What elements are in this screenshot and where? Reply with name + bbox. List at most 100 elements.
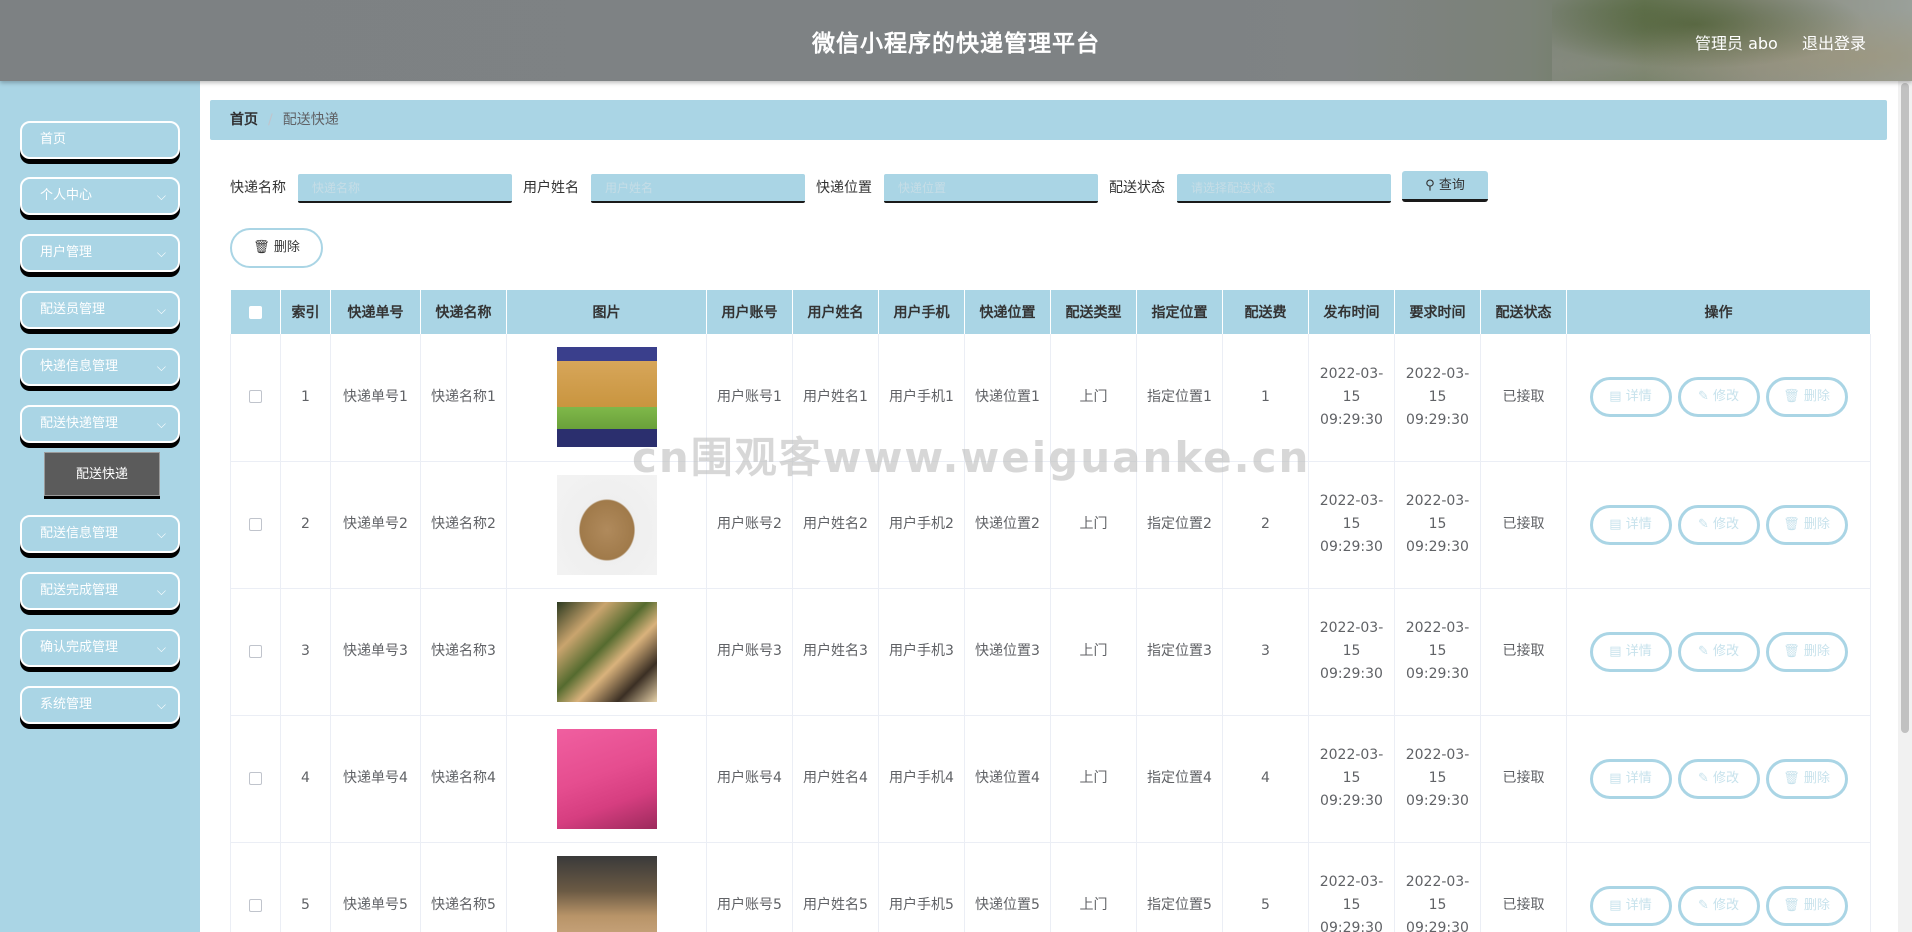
sidebar-item-system-management[interactable]: 系统管理 ⌵ bbox=[20, 686, 180, 724]
detail-button[interactable]: ▤ 详情 bbox=[1589, 885, 1672, 926]
delete-button[interactable]: 🗑 删除 bbox=[1765, 885, 1848, 926]
cell-image bbox=[506, 715, 707, 843]
breadcrumb: 首页 / 配送快递 bbox=[210, 100, 1887, 140]
delivery-table: 索引 快递单号 快递名称 图片 用户账号 用户姓名 用户手机 快递位置 配送类型… bbox=[230, 290, 1871, 932]
edit-label: 修改 bbox=[1713, 897, 1740, 913]
row-checkbox[interactable] bbox=[249, 771, 262, 785]
cell-user-name: 用户姓名5 bbox=[792, 842, 879, 932]
cell-target-location: 指定位置1 bbox=[1136, 334, 1223, 462]
trash-icon: 🗑 bbox=[1783, 643, 1800, 659]
cell-delivery-status: 已接取 bbox=[1480, 842, 1567, 932]
parcel-name-input[interactable] bbox=[298, 174, 512, 203]
table-row: 1 快递单号1 快递名称1 用户账号1 用户姓名1 用户手机1 快递位置1 上门 指定位置1 1 2… bbox=[230, 334, 1871, 462]
sidebar-subitem-delivery-parcel[interactable]: 配送快递 bbox=[44, 452, 160, 496]
sidebar-item-user-management[interactable]: 用户管理 ⌵ bbox=[20, 234, 180, 272]
cell-user-phone: 用户手机4 bbox=[878, 715, 965, 843]
row-checkbox[interactable] bbox=[249, 390, 262, 404]
column-header: 索引 bbox=[280, 290, 331, 334]
sidebar-item-delivery-info-management[interactable]: 配送信息管理 ⌵ bbox=[20, 515, 180, 553]
row-checkbox[interactable] bbox=[249, 898, 262, 912]
cell-actions: ▤ 详情 ✎ 修改 🗑 删除 bbox=[1566, 334, 1871, 462]
cell-actions: ▤ 详情 ✎ 修改 🗑 删除 bbox=[1566, 588, 1871, 716]
sidebar-item-parcel-info-management[interactable]: 快递信息管理 ⌵ bbox=[20, 348, 180, 386]
row-select-cell bbox=[230, 588, 281, 716]
detail-button[interactable]: ▤ 详情 bbox=[1589, 758, 1672, 799]
detail-button[interactable]: ▤ 详情 bbox=[1589, 504, 1672, 545]
cell-parcel-location: 快递位置5 bbox=[964, 842, 1051, 932]
parcel-thumbnail[interactable] bbox=[556, 601, 657, 702]
edit-button[interactable]: ✎ 修改 bbox=[1677, 631, 1760, 672]
document-icon: ▤ bbox=[1609, 643, 1622, 659]
sidebar-item-profile[interactable]: 个人中心 ⌵ bbox=[20, 177, 180, 215]
column-header: 快递单号 bbox=[330, 290, 421, 334]
logout-link[interactable]: 退出登录 bbox=[1802, 30, 1866, 54]
cell-user-account: 用户账号3 bbox=[706, 588, 793, 716]
pencil-icon: ✎ bbox=[1697, 770, 1709, 786]
delete-button[interactable]: 🗑 删除 bbox=[1765, 377, 1848, 418]
delete-button[interactable]: 🗑 删除 bbox=[1765, 631, 1848, 672]
detail-button[interactable]: ▤ 详情 bbox=[1589, 631, 1672, 672]
cell-parcel-name: 快递名称4 bbox=[420, 715, 507, 843]
parcel-thumbnail[interactable] bbox=[556, 347, 657, 448]
sidebar-item-delivery-parcel-management[interactable]: 配送快递管理 ⌵ bbox=[20, 405, 180, 443]
column-header: 图片 bbox=[506, 290, 707, 334]
user-name-input[interactable] bbox=[591, 174, 805, 203]
cell-index: 1 bbox=[280, 334, 331, 462]
sidebar-item-home[interactable]: 首页 bbox=[20, 121, 180, 159]
breadcrumb-home[interactable]: 首页 bbox=[230, 112, 258, 128]
filter-label-delivery-status: 配送状态 bbox=[1109, 180, 1165, 196]
cell-actions: ▤ 详情 ✎ 修改 🗑 删除 bbox=[1566, 715, 1871, 843]
sidebar-item-courier-management[interactable]: 配送员管理 ⌵ bbox=[20, 291, 180, 329]
select-all-checkbox[interactable] bbox=[248, 305, 262, 319]
edit-button[interactable]: ✎ 修改 bbox=[1677, 377, 1760, 418]
cell-delivery-type: 上门 bbox=[1050, 588, 1137, 716]
column-header: 快递名称 bbox=[420, 290, 507, 334]
chevron-down-icon: ⌵ bbox=[156, 360, 166, 374]
app-title: 微信小程序的快递管理平台 bbox=[812, 31, 1100, 57]
detail-label: 详情 bbox=[1625, 770, 1652, 786]
delete-button[interactable]: 🗑 删除 bbox=[1765, 758, 1848, 799]
edit-button[interactable]: ✎ 修改 bbox=[1677, 504, 1760, 545]
row-checkbox[interactable] bbox=[249, 517, 262, 531]
parcel-thumbnail[interactable] bbox=[556, 474, 657, 575]
vertical-scrollbar[interactable] bbox=[1898, 81, 1912, 932]
edit-button[interactable]: ✎ 修改 bbox=[1677, 758, 1760, 799]
cell-required-time: 2022-03-15 09:29:30 bbox=[1394, 842, 1481, 932]
column-header: 配送类型 bbox=[1050, 290, 1137, 334]
pencil-icon: ✎ bbox=[1697, 643, 1709, 659]
parcel-location-input[interactable] bbox=[884, 174, 1098, 203]
parcel-thumbnail[interactable] bbox=[556, 855, 657, 932]
sidebar-item-label: 配送员管理 bbox=[40, 302, 106, 317]
document-icon: ▤ bbox=[1609, 516, 1622, 532]
sidebar-item-label: 配送信息管理 bbox=[40, 526, 119, 541]
search-button[interactable]: ⚲ 查询 bbox=[1402, 171, 1488, 202]
delete-button[interactable]: 🗑 删除 bbox=[1765, 504, 1848, 545]
cell-image bbox=[506, 461, 707, 589]
search-button-label: 查询 bbox=[1438, 178, 1465, 193]
edit-label: 修改 bbox=[1713, 643, 1740, 659]
table-row: 5 快递单号5 快递名称5 用户账号5 用户姓名5 用户手机5 快递位置5 上门 指定位置5 5 2… bbox=[230, 842, 1871, 932]
row-select-cell bbox=[230, 715, 281, 843]
delivery-status-select[interactable] bbox=[1177, 174, 1391, 203]
cell-index: 3 bbox=[280, 588, 331, 716]
search-icon: ⚲ bbox=[1425, 178, 1435, 193]
cell-parcel-name: 快递名称5 bbox=[420, 842, 507, 932]
sidebar-item-label: 快递信息管理 bbox=[40, 359, 119, 374]
cell-delivery-type: 上门 bbox=[1050, 715, 1137, 843]
table-header-row: 索引 快递单号 快递名称 图片 用户账号 用户姓名 用户手机 快递位置 配送类型… bbox=[230, 290, 1871, 334]
sidebar-item-confirm-complete-management[interactable]: 确认完成管理 ⌵ bbox=[20, 629, 180, 667]
row-select-cell bbox=[230, 461, 281, 589]
column-header: 配送费 bbox=[1222, 290, 1309, 334]
cell-required-time: 2022-03-15 09:29:30 bbox=[1394, 588, 1481, 716]
detail-button[interactable]: ▤ 详情 bbox=[1589, 377, 1672, 418]
scrollbar-thumb[interactable] bbox=[1901, 83, 1909, 733]
edit-button[interactable]: ✎ 修改 bbox=[1677, 885, 1760, 926]
detail-label: 详情 bbox=[1625, 643, 1652, 659]
sidebar-item-delivery-complete-management[interactable]: 配送完成管理 ⌵ bbox=[20, 572, 180, 610]
trash-icon: 🗑 bbox=[1783, 516, 1800, 532]
detail-label: 详情 bbox=[1625, 389, 1652, 405]
trash-icon: 🗑 bbox=[1783, 897, 1800, 913]
bulk-delete-button[interactable]: 🗑 删除 bbox=[230, 228, 323, 268]
row-checkbox[interactable] bbox=[249, 644, 262, 658]
parcel-thumbnail[interactable] bbox=[556, 728, 657, 829]
